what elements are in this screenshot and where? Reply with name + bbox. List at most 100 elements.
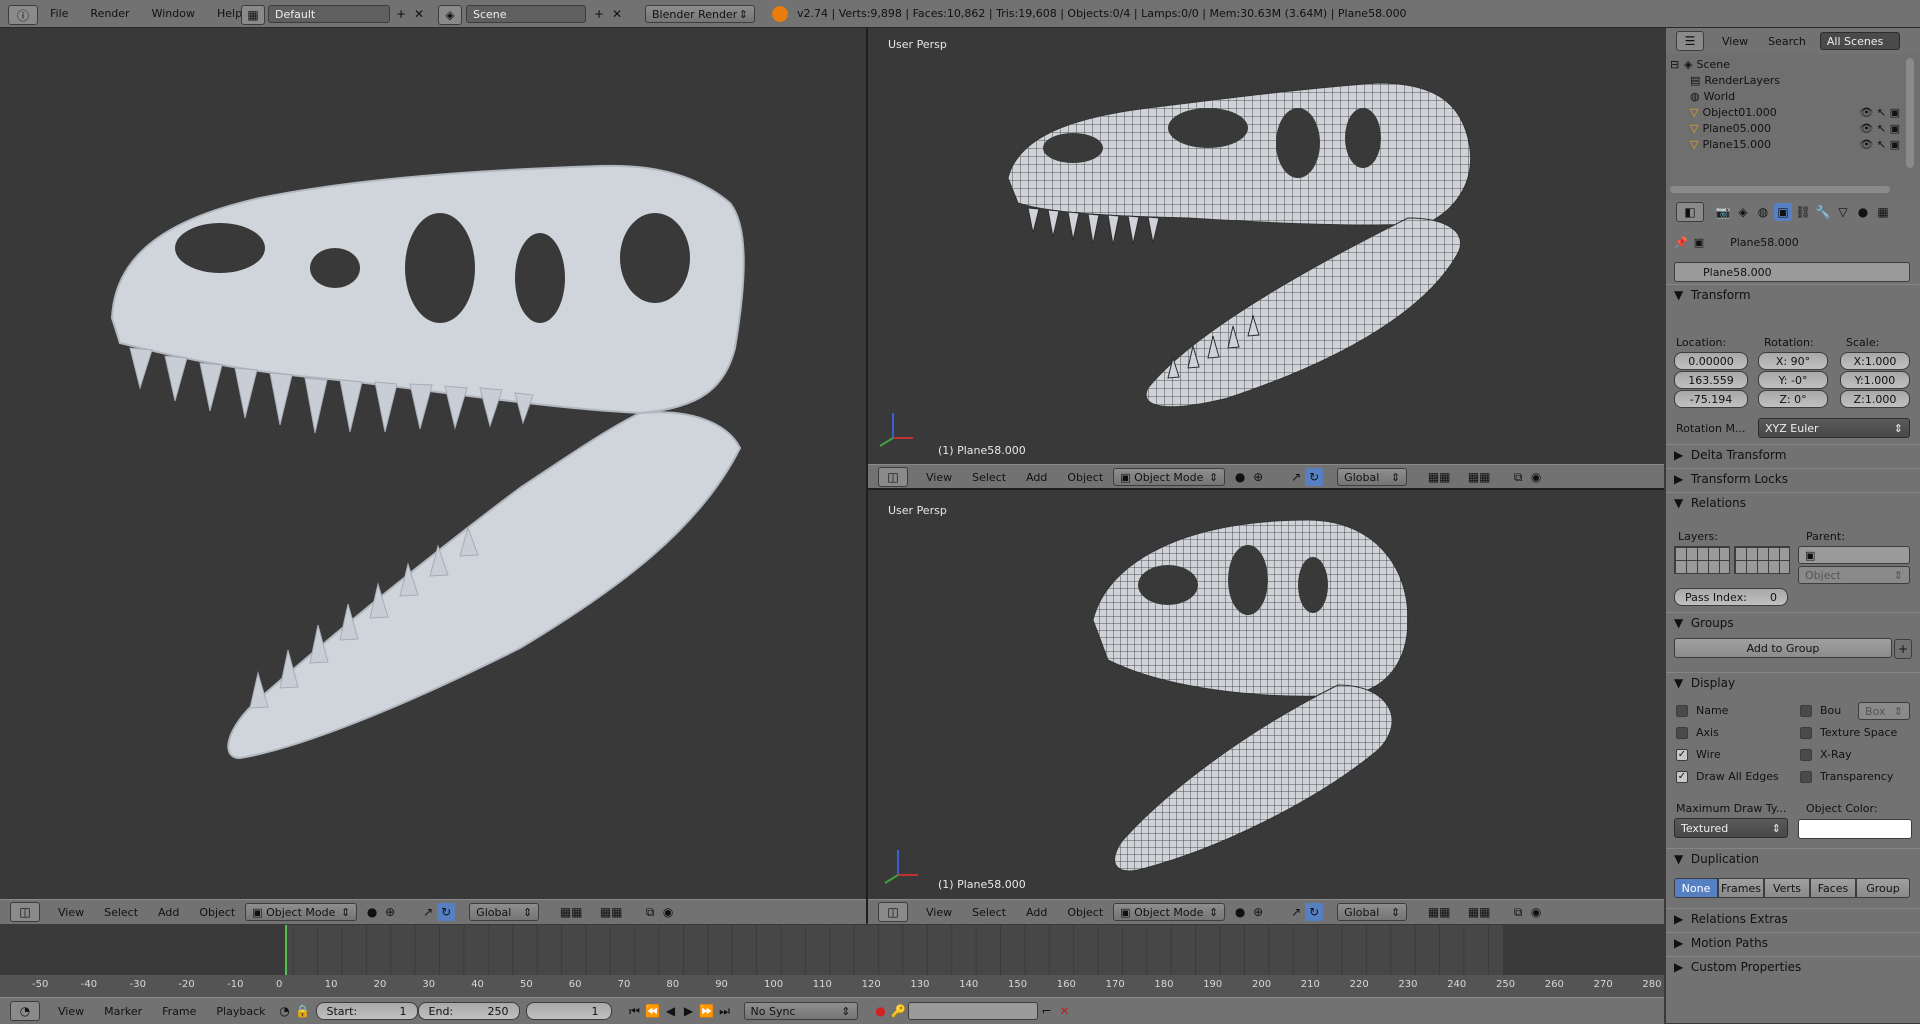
menu-add[interactable]: Add: [148, 906, 189, 919]
timeline-menu-marker[interactable]: Marker: [94, 1005, 152, 1018]
layers-grid-icon-2[interactable]: ▦▦: [1459, 468, 1499, 486]
object-layers-grid[interactable]: [1674, 546, 1730, 574]
manipulator-icon[interactable]: ↗: [1287, 903, 1305, 921]
render-preview-icon[interactable]: ◉: [1527, 903, 1545, 921]
name-checkbox[interactable]: [1676, 704, 1688, 717]
snap-icon[interactable]: ⧉: [1509, 903, 1527, 921]
jump-end-icon[interactable]: ⏭: [716, 1002, 734, 1020]
max-draw-type-select[interactable]: Textured ⇕: [1674, 818, 1788, 838]
outliner-hscrollbar[interactable]: [1670, 186, 1890, 193]
add-to-group-button[interactable]: Add to Group: [1674, 638, 1892, 658]
layers-grid-icon-2[interactable]: ▦▦: [1459, 903, 1499, 921]
pass-index-field[interactable]: Pass Index: 0: [1674, 588, 1788, 606]
layers-grid-icon-2[interactable]: ▦▦: [591, 903, 631, 921]
menu-view[interactable]: View: [48, 906, 94, 919]
menu-window[interactable]: Window: [152, 7, 195, 20]
display-axis-row[interactable]: Axis: [1676, 726, 1719, 739]
timeline[interactable]: -50 -40 -30 -20 -10 0 10 20 30 40 50 60 70 80 90 100 110…: [0, 925, 1664, 997]
keying-set-icon[interactable]: 🔑: [890, 1002, 908, 1020]
viewport-top-right[interactable]: User Persp (1) Plane58.000: [868, 28, 1664, 464]
display-name-row[interactable]: Name: [1676, 704, 1728, 717]
play-icon[interactable]: ▶: [680, 1002, 698, 1020]
horizontal-splitter[interactable]: [868, 488, 1664, 490]
object-mode-select[interactable]: ▣ Object Mode ⇕: [1113, 903, 1226, 921]
rotate-icon[interactable]: ↻: [437, 903, 456, 921]
shading-icon[interactable]: ●: [1231, 468, 1249, 486]
menu-add[interactable]: Add: [1016, 471, 1057, 484]
parent-type-field[interactable]: Object ⇕: [1798, 566, 1910, 584]
menu-view[interactable]: View: [916, 906, 962, 919]
location-y[interactable]: 163.559: [1674, 371, 1748, 389]
wire-checkbox[interactable]: ✓: [1676, 748, 1688, 761]
menu-add[interactable]: Add: [1016, 906, 1057, 919]
sync-mode-select[interactable]: No Sync ⇕: [743, 1002, 858, 1020]
viewport-left[interactable]: [0, 28, 866, 899]
menu-help[interactable]: Help: [217, 7, 242, 20]
viewport-bottom-right[interactable]: User Persp (1) Plane58.000: [868, 490, 1664, 899]
object-color-swatch[interactable]: [1798, 819, 1912, 839]
menu-file[interactable]: File: [50, 7, 68, 20]
orientation-select[interactable]: Global ⇕: [469, 903, 540, 921]
panel-display-header[interactable]: ▼ Display: [1666, 672, 1920, 693]
transparency-checkbox[interactable]: [1800, 770, 1812, 783]
current-frame-cursor[interactable]: [285, 925, 287, 975]
outliner-menu-view[interactable]: View: [1722, 35, 1748, 48]
display-transparency-row[interactable]: Transparency: [1800, 770, 1893, 783]
panel-groups-header[interactable]: ▼ Groups: [1666, 612, 1920, 633]
dup-frames[interactable]: Frames: [1718, 878, 1764, 898]
bounds-type-select[interactable]: Box ⇕: [1858, 702, 1910, 720]
display-wire-row[interactable]: ✓ Wire: [1676, 748, 1721, 761]
snap-icon[interactable]: ⧉: [641, 903, 659, 921]
draw-all-edges-checkbox[interactable]: ✓: [1676, 770, 1688, 783]
editor-type-icon[interactable]: ◫: [878, 467, 908, 487]
snap-icon[interactable]: ⧉: [1509, 468, 1527, 486]
scale-x[interactable]: X:1.000: [1840, 352, 1910, 370]
panel-relations-extras-header[interactable]: ▶ Relations Extras: [1666, 908, 1920, 929]
location-z[interactable]: -75.194: [1674, 390, 1748, 408]
panel-custom-properties-header[interactable]: ▶ Custom Properties: [1666, 956, 1920, 977]
next-keyframe-icon[interactable]: ⏩: [698, 1002, 716, 1020]
menu-select[interactable]: Select: [962, 906, 1016, 919]
shading-icon[interactable]: ●: [363, 903, 381, 921]
material-tab-icon[interactable]: ●: [1854, 203, 1872, 221]
manipulator-icon[interactable]: ↗: [419, 903, 437, 921]
outliner-row-plane15[interactable]: ▽ Plane15.000 👁 ↖ ▣: [1670, 136, 1900, 152]
scene-icon[interactable]: ◈: [438, 5, 462, 25]
outliner-filter-select[interactable]: All Scenes: [1819, 32, 1900, 50]
end-frame-field[interactable]: End: 250: [417, 1002, 520, 1020]
pivot-icon[interactable]: ⊕: [1249, 468, 1267, 486]
insert-keyframe-icon[interactable]: ⌐: [1038, 1002, 1056, 1020]
menu-object[interactable]: Object: [189, 906, 245, 919]
rotate-icon[interactable]: ↻: [1305, 903, 1324, 921]
data-tab-icon[interactable]: ▽: [1834, 203, 1852, 221]
location-x[interactable]: 0.00000: [1674, 352, 1748, 370]
keying-set-field[interactable]: [907, 1002, 1038, 1020]
scene-tab-icon[interactable]: ◈: [1734, 203, 1752, 221]
lock-icon[interactable]: 🔒: [294, 1002, 312, 1020]
panel-delta-transform-header[interactable]: ▶ Delta Transform: [1666, 444, 1920, 465]
object-tab-icon[interactable]: ▣: [1774, 203, 1792, 221]
layers-grid-icon[interactable]: ▦▦: [551, 903, 591, 921]
manipulator-icon[interactable]: ↗: [1287, 468, 1305, 486]
record-icon[interactable]: ●: [872, 1002, 890, 1020]
render-preview-icon[interactable]: ◉: [1527, 468, 1545, 486]
scale-z[interactable]: Z:1.000: [1840, 390, 1910, 408]
render-tab-icon[interactable]: 📷: [1714, 203, 1732, 221]
layers-grid-icon[interactable]: ▦▦: [1419, 468, 1459, 486]
outliner-row-plane05[interactable]: ▽ Plane05.000 👁 ↖ ▣: [1670, 120, 1900, 136]
texture-tab-icon[interactable]: ▦: [1874, 203, 1892, 221]
modifiers-tab-icon[interactable]: 🔧: [1814, 203, 1832, 221]
render-engine-select[interactable]: Blender Render ⇕: [645, 5, 755, 23]
panel-duplication-header[interactable]: ▼ Duplication: [1666, 848, 1920, 869]
object-name-field[interactable]: Plane58.000: [1674, 262, 1910, 282]
xray-checkbox[interactable]: [1800, 748, 1812, 761]
object-mode-select[interactable]: ▣ Object Mode ⇕: [1113, 468, 1226, 486]
scale-y[interactable]: Y:1.000: [1840, 371, 1910, 389]
timeline-editor-icon[interactable]: ◔: [10, 1001, 40, 1021]
delete-keyframe-icon[interactable]: ✕: [1056, 1002, 1074, 1020]
outliner-scrollbar[interactable]: [1906, 58, 1914, 168]
add-scene-icon[interactable]: +: [590, 5, 608, 23]
panel-relations-header[interactable]: ▼ Relations: [1666, 492, 1920, 513]
add-group-icon[interactable]: +: [1894, 639, 1912, 659]
remove-scene-icon[interactable]: ✕: [608, 5, 626, 23]
